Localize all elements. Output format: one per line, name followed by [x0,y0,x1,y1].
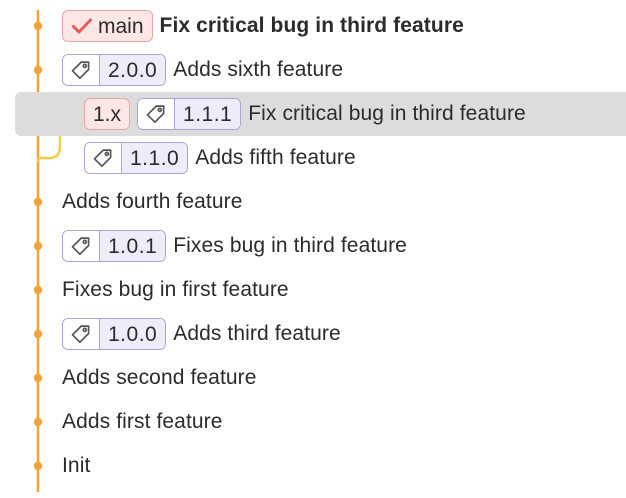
tag-icon [85,143,122,173]
commit-message: Adds sixth feature [173,58,344,81]
commit-row[interactable]: 1.0.0 Adds third feature [62,312,341,356]
tag-icon [63,231,100,261]
branch-badge[interactable]: main [62,10,153,42]
commit-message: Adds second feature [62,366,257,389]
commit-dot [33,461,43,471]
tag-badge[interactable]: 2.0.0 [62,54,167,86]
commit-row[interactable]: main Fix critical bug in third feature [62,4,464,48]
tag-icon [138,99,176,129]
tag-badge[interactable]: 1.0.1 [62,230,167,262]
tag-icon [63,319,100,349]
commit-dot [33,65,43,75]
commit-dot [33,329,43,339]
tag-name: 1.1.0 [122,143,188,173]
commit-dot [33,197,43,207]
tag-badge[interactable]: 1.0.0 [62,318,167,350]
commit-message: Adds fifth feature [195,146,356,169]
commit-message: Fix critical bug in third feature [248,102,526,125]
commit-message: Adds fourth feature [62,190,243,213]
commit-message: Init [62,454,91,477]
commit-row[interactable]: 1.1.0 Adds fifth feature [84,136,356,180]
commit-message: Fixes bug in first feature [62,278,289,301]
commit-row[interactable]: Adds second feature [62,356,257,400]
commit-row[interactable]: Adds fourth feature [62,180,243,224]
branch-name: main [98,14,144,38]
commit-row[interactable]: Adds first feature [62,400,223,444]
commit-dot [33,241,43,251]
branch-badge[interactable]: 1.x [84,98,131,130]
tag-name: 1.1.1 [175,99,241,129]
commit-dot [33,285,43,295]
commit-row[interactable]: 1.0.1 Fixes bug in third feature [62,224,407,268]
commit-message: Adds first feature [62,410,223,433]
commit-row[interactable]: 2.0.0 Adds sixth feature [62,48,343,92]
tag-badge[interactable]: 1.1.1 [137,98,242,130]
tag-name: 1.0.1 [100,231,166,261]
commit-message: Adds third feature [173,322,341,345]
tag-icon [63,55,100,85]
commit-message: Fixes bug in third feature [173,234,407,257]
branch-name: 1.x [93,102,122,126]
tag-badge[interactable]: 1.1.0 [84,142,189,174]
commit-row[interactable]: Fixes bug in first feature [62,268,289,312]
commit-row[interactable]: Init [62,444,90,488]
tag-name: 2.0.0 [100,55,166,85]
commit-dot [33,417,43,427]
checkmark-icon [71,17,93,35]
commit-row[interactable]: 1.x 1.1.1 Fix critical bug in third featur… [84,92,526,136]
commit-dot [33,373,43,383]
tag-name: 1.0.0 [100,319,166,349]
commit-message: Fix critical bug in third feature [159,14,464,37]
commit-dot [33,21,43,31]
